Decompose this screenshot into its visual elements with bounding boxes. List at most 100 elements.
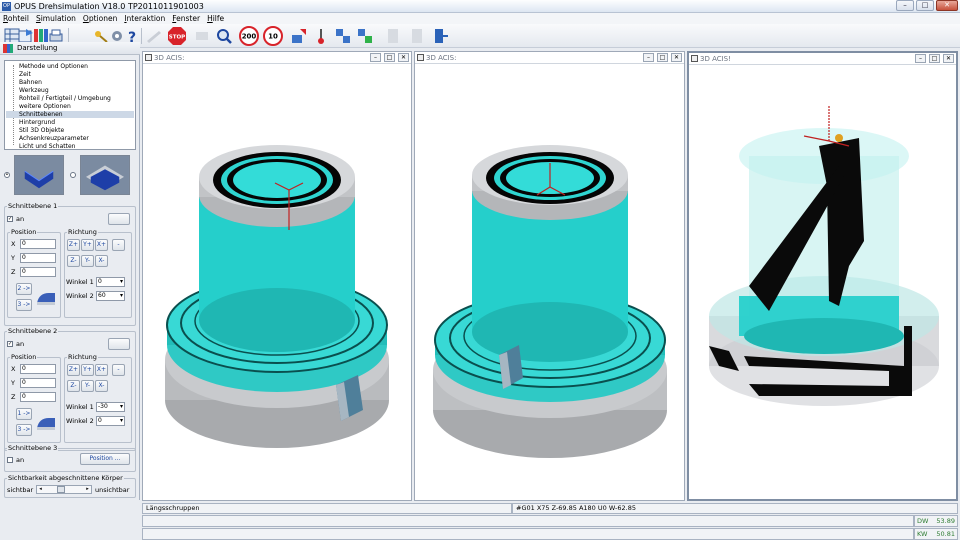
- cubes-color-icon[interactable]: [356, 27, 374, 45]
- dw-field: DW 53.89: [914, 515, 958, 527]
- plane-1-copy-to-3-button[interactable]: 3 ->: [16, 299, 32, 311]
- iron-icon[interactable]: [35, 287, 57, 309]
- tree-item[interactable]: Rohteil / Fertigteil / Umgebung: [19, 95, 111, 102]
- plane-2-z-plus-button[interactable]: Z+: [67, 364, 80, 376]
- options-tree: Methode und Optionen Zeit Bahnen Werkzeu…: [4, 60, 136, 150]
- viewport-close-button[interactable]: ✕: [398, 53, 409, 62]
- menu-rohteil[interactable]: Rohteil: [3, 13, 29, 24]
- menu-optionen[interactable]: Optionen: [83, 13, 117, 24]
- menu-interaktion[interactable]: Interaktion: [124, 13, 165, 24]
- plane-2-copy-to-1-button[interactable]: 1 ->: [16, 408, 32, 420]
- plane-2-copy-to-3-button[interactable]: 3 ->: [16, 424, 32, 436]
- plane-2-invert-button[interactable]: -: [112, 364, 125, 376]
- menu-hilfe[interactable]: Hilfe: [207, 13, 224, 24]
- plane-2-y-minus-button[interactable]: Y-: [81, 380, 94, 392]
- plane-1-x-minus-button[interactable]: X-: [95, 255, 108, 267]
- minimize-button[interactable]: –: [896, 0, 914, 11]
- visibility-left-label: sichtbar: [7, 486, 34, 494]
- plane-1-apply-button[interactable]: [108, 213, 130, 225]
- menu-fenster[interactable]: Fenster: [172, 13, 200, 24]
- plane-1-copy-to-2-button[interactable]: 2 ->: [16, 283, 32, 295]
- zoom-icon[interactable]: [215, 27, 233, 45]
- tree-item[interactable]: Werkzeug: [19, 87, 49, 94]
- cut-icon[interactable]: [290, 27, 308, 45]
- plane-2-y-plus-button[interactable]: Y+: [81, 364, 94, 376]
- viewport-minimize-button[interactable]: –: [370, 53, 381, 62]
- bottom-info-bar: [142, 515, 914, 527]
- slider-left-arrow[interactable]: ◂: [37, 486, 44, 493]
- speed-200-button[interactable]: 200: [239, 26, 259, 46]
- speed-10-button[interactable]: 10: [263, 26, 283, 46]
- slider-thumb[interactable]: [57, 486, 65, 493]
- viewport-close-button[interactable]: ✕: [671, 53, 682, 62]
- viewport-maximize-button[interactable]: □: [929, 54, 940, 63]
- plane-2-x-plus-button[interactable]: X+: [95, 364, 108, 376]
- menu-simulation[interactable]: Simulation: [36, 13, 76, 24]
- plane-2-z-input[interactable]: 0: [20, 392, 56, 402]
- panel-title: Darstellung: [17, 44, 58, 52]
- tree-item[interactable]: Bahnen: [19, 79, 42, 86]
- view-mode-radio-2[interactable]: [70, 172, 76, 178]
- tree-item[interactable]: Methode und Optionen: [19, 63, 88, 70]
- stop-button[interactable]: STOP: [167, 26, 187, 46]
- tool-disabled-icon: [196, 32, 208, 40]
- viewport-maximize-button[interactable]: □: [384, 53, 395, 62]
- plane-1-angle-2-select[interactable]: 60: [96, 291, 125, 301]
- view-mode-radio-1[interactable]: •: [4, 172, 10, 178]
- tree-item[interactable]: Hintergrund: [19, 119, 55, 126]
- disabled-tool-icon: [388, 29, 398, 43]
- tree-item[interactable]: Licht und Schatten: [19, 143, 75, 150]
- viewport-2[interactable]: 3D ACIS: – □ ✕: [414, 51, 685, 501]
- close-button[interactable]: ✕: [936, 0, 958, 11]
- tree-item-selected[interactable]: Schnittebenen: [6, 111, 134, 118]
- viewport-close-button[interactable]: ✕: [943, 54, 954, 63]
- plane-1-y-input[interactable]: 0: [20, 253, 56, 263]
- plane-3-title: Schnittebene 3: [7, 444, 59, 452]
- plane-2-x-minus-button[interactable]: X-: [95, 380, 108, 392]
- viewport-maximize-button[interactable]: □: [657, 53, 668, 62]
- plane-1-checkbox[interactable]: ✓: [7, 216, 13, 222]
- tool-icon[interactable]: [145, 27, 163, 45]
- viewport-1[interactable]: 3D ACIS: – □ ✕: [142, 51, 412, 501]
- panel-icon: [3, 44, 13, 53]
- plane-2-x-input[interactable]: 0: [20, 364, 56, 374]
- viewport-minimize-button[interactable]: –: [643, 53, 654, 62]
- plane-2-checkbox[interactable]: ✓: [7, 341, 13, 347]
- plane-1-angle-1-select[interactable]: 0: [96, 277, 125, 287]
- plane-1-y-minus-button[interactable]: Y-: [81, 255, 94, 267]
- cut-view-open-button[interactable]: [14, 155, 64, 195]
- plane-3-on-label: an: [16, 456, 25, 464]
- svg-text:STOP: STOP: [169, 35, 185, 41]
- plane-2-angle-2-select[interactable]: 0: [96, 416, 125, 426]
- dw-label: DW: [917, 517, 929, 525]
- viewport-1-header: 3D ACIS: – □ ✕: [143, 52, 411, 64]
- tree-item[interactable]: Achsenkreuzparameter: [19, 135, 89, 142]
- plane-2-z-minus-button[interactable]: Z-: [67, 380, 80, 392]
- exit-icon[interactable]: [432, 27, 450, 45]
- tree-item[interactable]: weitere Optionen: [19, 103, 71, 110]
- tool-path-icon[interactable]: [312, 27, 330, 45]
- plane-2-y-input[interactable]: 0: [20, 378, 56, 388]
- plane-1-title: Schnittebene 1: [7, 202, 59, 210]
- cut-view-closed-button[interactable]: [80, 155, 130, 195]
- plane-3-position-button[interactable]: Position ...: [80, 453, 130, 465]
- tree-item[interactable]: Zeit: [19, 71, 31, 78]
- plane-1-invert-button[interactable]: -: [112, 239, 125, 251]
- viewport-minimize-button[interactable]: –: [915, 54, 926, 63]
- iron-icon[interactable]: [35, 412, 57, 434]
- cubes-icon[interactable]: [334, 27, 352, 45]
- plane-1-x-plus-button[interactable]: X+: [95, 239, 108, 251]
- viewport-3[interactable]: 3D ACIS! – □ ✕: [687, 51, 958, 501]
- plane-3-checkbox[interactable]: [7, 457, 13, 463]
- plane-1-x-input[interactable]: 0: [20, 239, 56, 249]
- plane-1-z-plus-button[interactable]: Z+: [67, 239, 80, 251]
- tree-item[interactable]: Stil 3D Objekte: [19, 127, 64, 134]
- plane-2-angle-1-select[interactable]: -30: [96, 402, 125, 412]
- visibility-slider[interactable]: ◂ ▸: [36, 485, 92, 494]
- plane-1-z-minus-button[interactable]: Z-: [67, 255, 80, 267]
- maximize-button[interactable]: □: [916, 0, 934, 11]
- plane-1-y-plus-button[interactable]: Y+: [81, 239, 94, 251]
- slider-right-arrow[interactable]: ▸: [84, 486, 91, 493]
- plane-2-apply-button[interactable]: [108, 338, 130, 350]
- plane-1-z-input[interactable]: 0: [20, 267, 56, 277]
